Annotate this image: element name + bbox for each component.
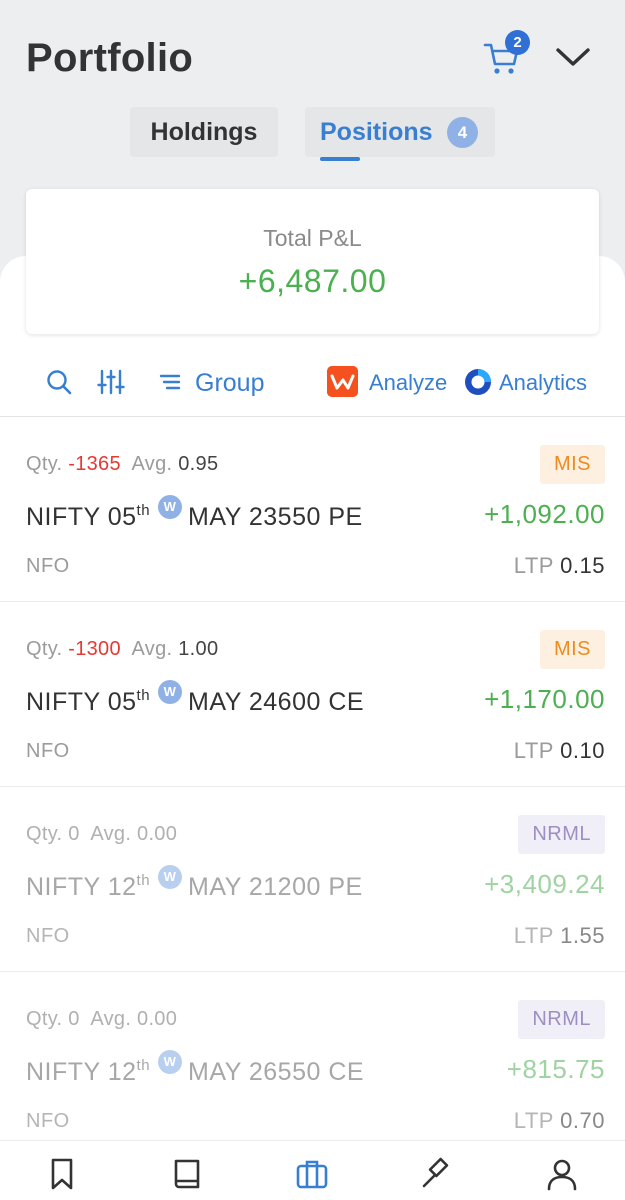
instrument-symbol: NIFTY 05th W MAY 24600 CE	[26, 680, 364, 718]
position-qty: Qty. -1365 Avg. 0.95	[26, 453, 219, 475]
exchange-label: NFO	[26, 555, 70, 577]
position-pnl: +1,092.00	[484, 499, 605, 529]
analytics-button[interactable]: Analytics	[499, 368, 587, 398]
profile-user-icon[interactable]	[545, 1157, 579, 1191]
search-icon[interactable]	[45, 368, 73, 396]
total-pnl-card: Total P&L +6,487.00	[26, 189, 599, 334]
weekly-expiry-badge: W	[158, 1050, 183, 1074]
bookmark-icon[interactable]	[45, 1157, 79, 1191]
weekly-expiry-badge: W	[158, 865, 183, 889]
bids-gavel-icon[interactable]	[420, 1157, 454, 1191]
position-row[interactable]: Qty. -1300 Avg. 1.00 MIS NIFTY 05th W MAY …	[0, 602, 625, 787]
exchange-label: NFO	[26, 925, 70, 947]
last-traded-price: LTP 0.70	[513, 1108, 605, 1133]
product-badge: NRML	[518, 815, 605, 854]
bottom-navigation	[0, 1140, 625, 1200]
position-qty: Qty. 0 Avg. 0.00	[26, 823, 178, 845]
analyze-button[interactable]: Analyze	[369, 368, 447, 398]
active-tab-indicator	[320, 157, 360, 161]
position-row[interactable]: Qty. -1365 Avg. 0.95 MIS NIFTY 05th W MAY …	[0, 417, 625, 602]
weekly-expiry-badge: W	[158, 680, 183, 704]
group-list-icon[interactable]	[158, 368, 182, 396]
weekly-expiry-badge: W	[158, 495, 183, 519]
tab-positions-label: Positions	[320, 118, 433, 146]
position-pnl: +815.75	[506, 1054, 605, 1084]
positions-count-badge: 4	[447, 117, 478, 148]
position-qty: Qty. 0 Avg. 0.00	[26, 1008, 178, 1030]
position-qty: Qty. -1300 Avg. 1.00	[26, 638, 219, 660]
product-badge: MIS	[539, 445, 605, 484]
product-badge: NRML	[518, 1000, 605, 1039]
tab-positions[interactable]: Positions 4	[305, 107, 495, 157]
cart-count-badge: 2	[505, 30, 530, 55]
analyze-logo-icon[interactable]	[327, 366, 358, 397]
last-traded-price: LTP 0.10	[513, 738, 605, 763]
instrument-symbol: NIFTY 12th W MAY 21200 PE	[26, 865, 363, 903]
product-badge: MIS	[539, 630, 605, 669]
tab-holdings-label: Holdings	[150, 118, 258, 146]
analytics-logo-icon[interactable]	[464, 368, 492, 396]
total-pnl-value: +6,487.00	[238, 263, 387, 299]
instrument-symbol: NIFTY 12th W MAY 26550 CE	[26, 1050, 364, 1088]
last-traded-price: LTP 1.55	[513, 923, 605, 948]
position-row[interactable]: Qty. 0 Avg. 0.00 NRML NIFTY 12th W MAY 212…	[0, 787, 625, 972]
position-pnl: +3,409.24	[484, 869, 605, 899]
position-pnl: +1,170.00	[484, 684, 605, 714]
exchange-label: NFO	[26, 1110, 70, 1132]
last-traded-price: LTP 0.15	[513, 553, 605, 578]
portfolio-briefcase-icon[interactable]	[295, 1157, 329, 1191]
instrument-symbol: NIFTY 05th W MAY 23550 PE	[26, 495, 363, 533]
page-title: Portfolio	[26, 36, 194, 80]
exchange-label: NFO	[26, 740, 70, 762]
tab-holdings[interactable]: Holdings	[130, 107, 278, 157]
position-row[interactable]: Qty. 0 Avg. 0.00 NRML NIFTY 12th W MAY 265…	[0, 972, 625, 1157]
total-pnl-label: Total P&L	[263, 225, 362, 251]
orders-book-icon[interactable]	[170, 1157, 204, 1191]
chevron-down-icon[interactable]	[553, 42, 593, 72]
group-button[interactable]: Group	[195, 368, 264, 398]
filter-sliders-icon[interactable]	[97, 368, 125, 396]
